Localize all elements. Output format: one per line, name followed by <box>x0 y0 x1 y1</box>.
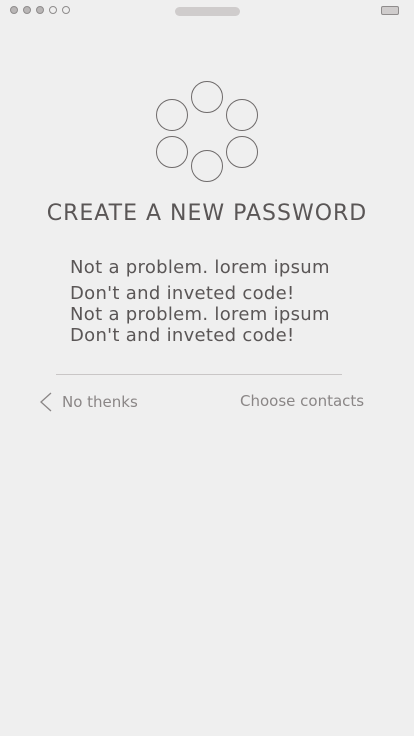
no-thanks-button[interactable]: No thenks <box>38 390 138 414</box>
signal-dot <box>62 6 70 14</box>
speaker-notch <box>175 7 240 16</box>
status-bar <box>0 0 414 24</box>
choose-contacts-button[interactable]: Choose contacts <box>240 392 364 414</box>
signal-dot <box>49 6 57 14</box>
logo-icon <box>152 78 262 188</box>
divider <box>56 374 342 375</box>
chevron-left-icon <box>40 392 52 412</box>
message-line: Don't and inveted code! <box>70 325 295 346</box>
signal-strength-icon <box>10 6 70 14</box>
no-thanks-label: No thenks <box>62 393 138 411</box>
signal-dot <box>10 6 18 14</box>
battery-icon <box>381 6 399 15</box>
message-line: Not a problem. lorem ipsum <box>70 257 330 278</box>
signal-dot <box>36 6 44 14</box>
page-title: CREATE A NEW PASSWORD <box>46 201 368 226</box>
message-text: Not a problem. lorem ipsum Don't and inv… <box>70 256 370 348</box>
signal-dot <box>23 6 31 14</box>
